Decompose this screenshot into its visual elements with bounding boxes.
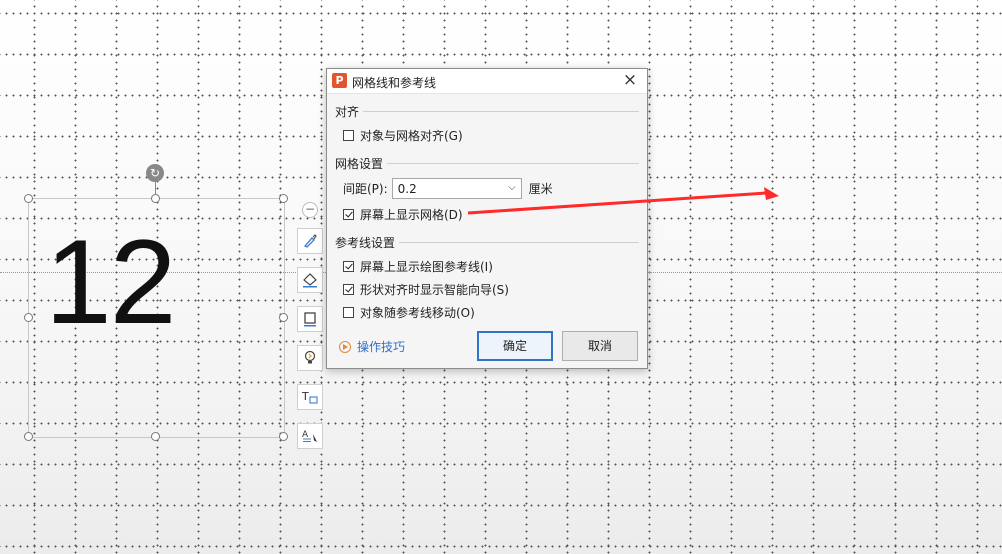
annotation-arrow-icon — [467, 187, 779, 215]
section-guides-label: 参考线设置 — [335, 236, 400, 250]
section-grid-label: 网格设置 — [335, 157, 388, 171]
section-align-label: 对齐 — [335, 105, 364, 119]
